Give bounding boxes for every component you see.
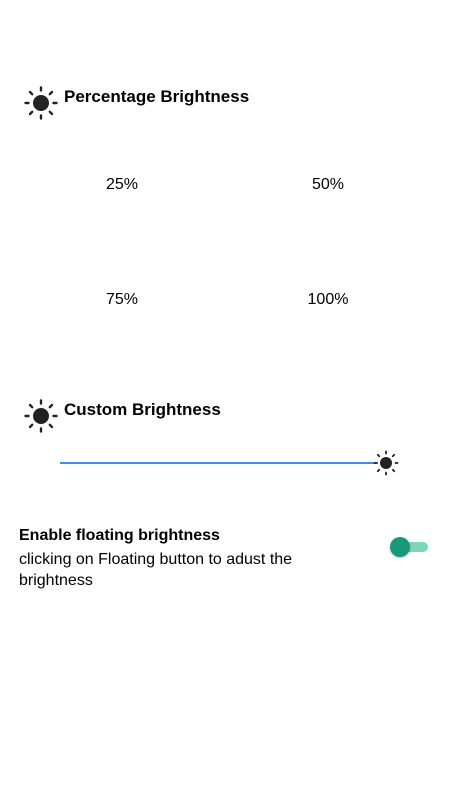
percentage-brightness-header: Percentage Brightness <box>24 86 249 120</box>
sun-icon <box>24 86 58 120</box>
section-title: Percentage Brightness <box>64 87 250 106</box>
brightness-100-button[interactable]: 100% <box>288 291 368 309</box>
brightness-50-button[interactable]: 50% <box>288 176 368 194</box>
slider-thumb-sun-icon[interactable] <box>373 450 399 476</box>
section-title: Custom Brightness <box>64 400 221 419</box>
brightness-75-button[interactable]: 75% <box>82 291 162 309</box>
brightness-25-button[interactable]: 25% <box>82 176 162 194</box>
custom-brightness-header: Custom Brightness <box>24 399 221 433</box>
slider-track[interactable] <box>60 462 378 464</box>
floating-brightness-title: Enable floating brightness <box>19 527 220 544</box>
floating-brightness-toggle[interactable] <box>390 537 428 557</box>
toggle-knob <box>390 537 410 557</box>
sun-icon <box>24 399 58 433</box>
floating-brightness-setting: Enable floating brightness clicking on F… <box>19 527 319 591</box>
floating-brightness-description: clicking on Floating button to adust the… <box>19 551 293 589</box>
brightness-slider[interactable] <box>60 450 400 476</box>
brightness-settings-screen: Percentage Brightness 25% 50% 75% 100% C… <box>0 0 450 800</box>
